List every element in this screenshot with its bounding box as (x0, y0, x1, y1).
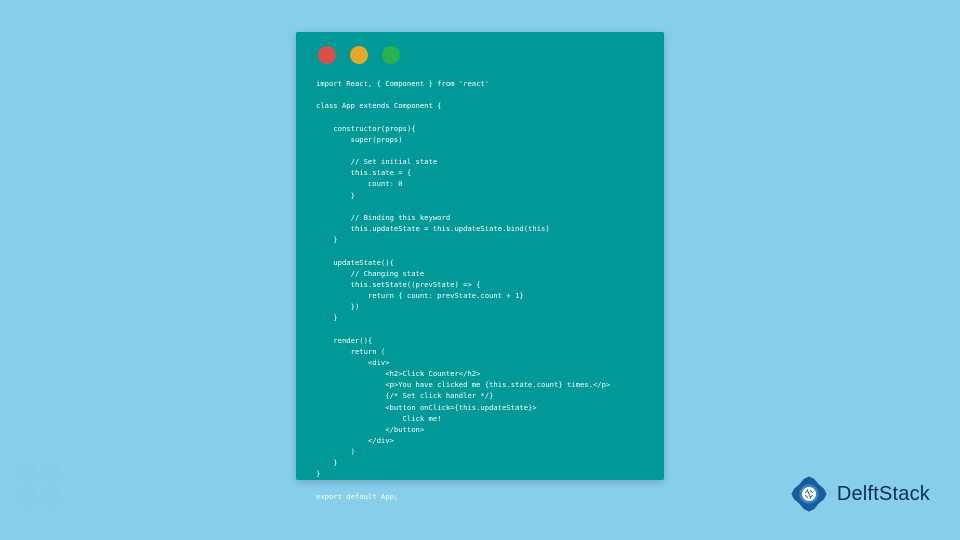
brand-name: DelftStack (837, 483, 930, 506)
brand-logo: DelftStack (787, 472, 930, 516)
code-block: import React, { Component } from 'react'… (296, 72, 664, 514)
window-controls (296, 32, 664, 72)
logo-icon (787, 472, 831, 516)
maximize-icon (382, 46, 400, 64)
close-icon (318, 46, 336, 64)
code-window: import React, { Component } from 'react'… (296, 32, 664, 480)
background-decoration (6, 454, 86, 534)
minimize-icon (350, 46, 368, 64)
